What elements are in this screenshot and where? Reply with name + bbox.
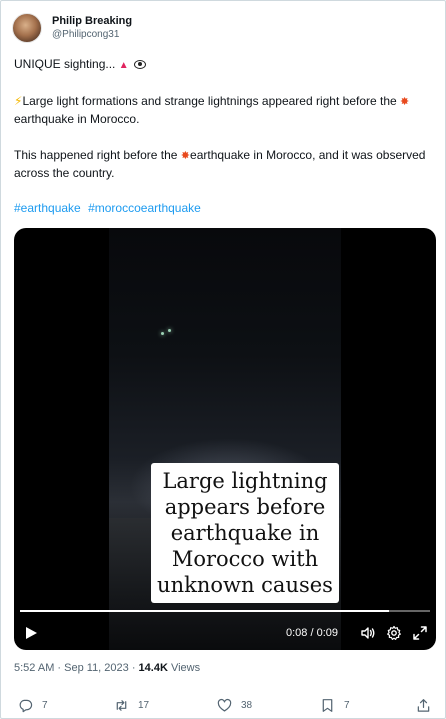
video-player[interactable]: Large lightning appears before earthquak… [14,228,436,650]
eye-icon [133,60,146,69]
tweet-line-2: ⚡Large light formations and strange ligh… [14,93,434,128]
video-caption: Large lightning appears before earthquak… [151,463,339,603]
video-time: 0:08 / 0:09 [286,627,338,639]
reply-button[interactable]: 7 [18,698,48,713]
hashtags: #earthquake #moroccoearthquake [14,200,434,217]
tweet-header: Philip Breaking @Philipcong31 [12,12,132,44]
repost-icon [116,700,127,711]
tweet-line-2-text: Large light formations and strange light… [22,94,397,108]
repost-button[interactable]: 17 [114,698,149,713]
gear-icon[interactable] [386,625,402,641]
collision-icon: ✸ [400,96,410,108]
light-spot [168,329,171,332]
tweet-line-2-tail: earthquake in Morocco. [14,112,140,126]
like-count: 38 [241,700,253,711]
light-spot [161,332,164,335]
tweet-line-1: UNIQUE sighting... ▲ [14,56,434,74]
author-handle[interactable]: @Philipcong31 [52,28,132,41]
tweet-timestamp[interactable]: 5:52 AM · Sep 11, 2023 · [14,662,139,674]
bookmark-count: 7 [344,700,350,711]
share-button[interactable] [416,698,440,713]
avatar[interactable] [12,13,42,43]
action-bar: 7 17 38 7 [1,695,446,717]
video-controls: 0:08 / 0:09 [286,625,428,641]
tweet-line-1-text: UNIQUE sighting... [14,57,116,71]
bookmark-button[interactable]: 7 [320,698,350,713]
hashtag-moroccoearthquake[interactable]: #moroccoearthquake [88,201,201,215]
collision-icon: ✸ [180,150,191,162]
reply-icon [19,699,33,713]
tweet-meta: 5:52 AM · Sep 11, 2023 · 14.4K Views [14,662,200,674]
bookmark-icon [322,699,333,712]
views-count: 14.4K [138,662,168,674]
hashtag-earthquake[interactable]: #earthquake [14,201,81,215]
play-icon[interactable] [24,626,38,640]
video-caption-text: Large lightning appears before earthquak… [157,469,333,597]
red-triangle-icon: ▲ [118,60,129,71]
video-progress-bar[interactable] [20,610,430,612]
fullscreen-icon[interactable] [412,625,428,641]
share-icon [417,699,430,712]
heart-icon [217,698,232,712]
author-display-name[interactable]: Philip Breaking [52,15,132,28]
tweet-line-3-a: This happened right before the [14,148,178,162]
author-names: Philip Breaking @Philipcong31 [52,15,132,41]
repost-count: 17 [138,700,150,711]
reply-count: 7 [42,700,48,711]
tweet-card: Philip Breaking @Philipcong31 UNIQUE sig… [0,0,446,719]
views-label: Views [170,662,201,674]
like-button[interactable]: 38 [217,698,252,713]
video-progress-fill [20,610,389,612]
tweet-line-3: This happened right before the ✸earthqua… [14,147,434,182]
volume-icon[interactable] [360,625,376,641]
